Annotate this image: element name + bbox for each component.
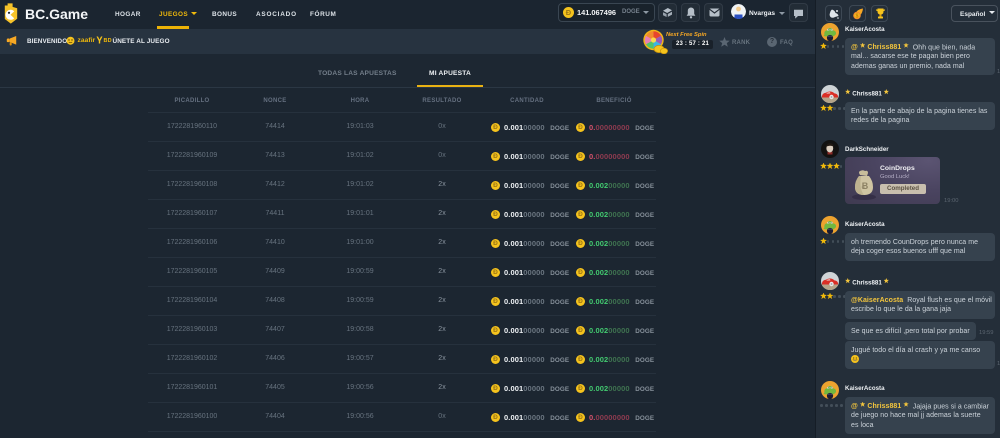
svg-text:Ƀ: Ƀ [862,181,869,191]
svg-text:$: $ [855,14,858,20]
